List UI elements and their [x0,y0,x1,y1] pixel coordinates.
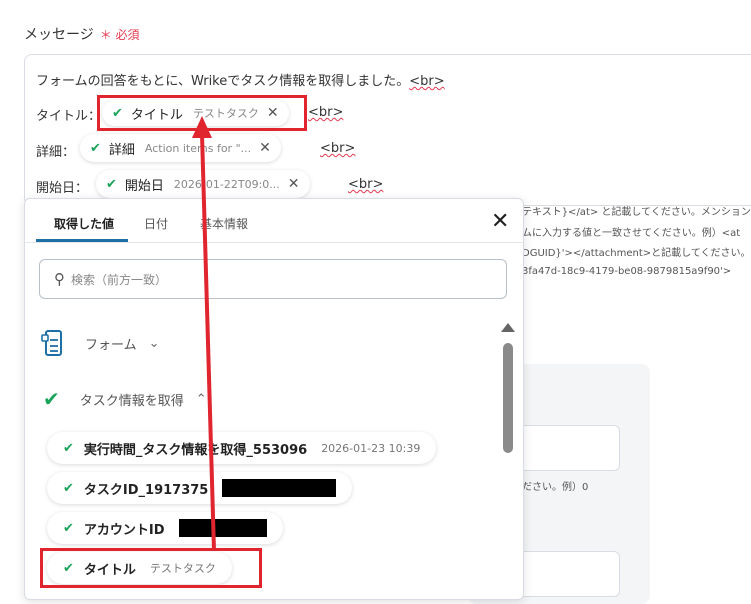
annotation-arrow [192,116,216,552]
